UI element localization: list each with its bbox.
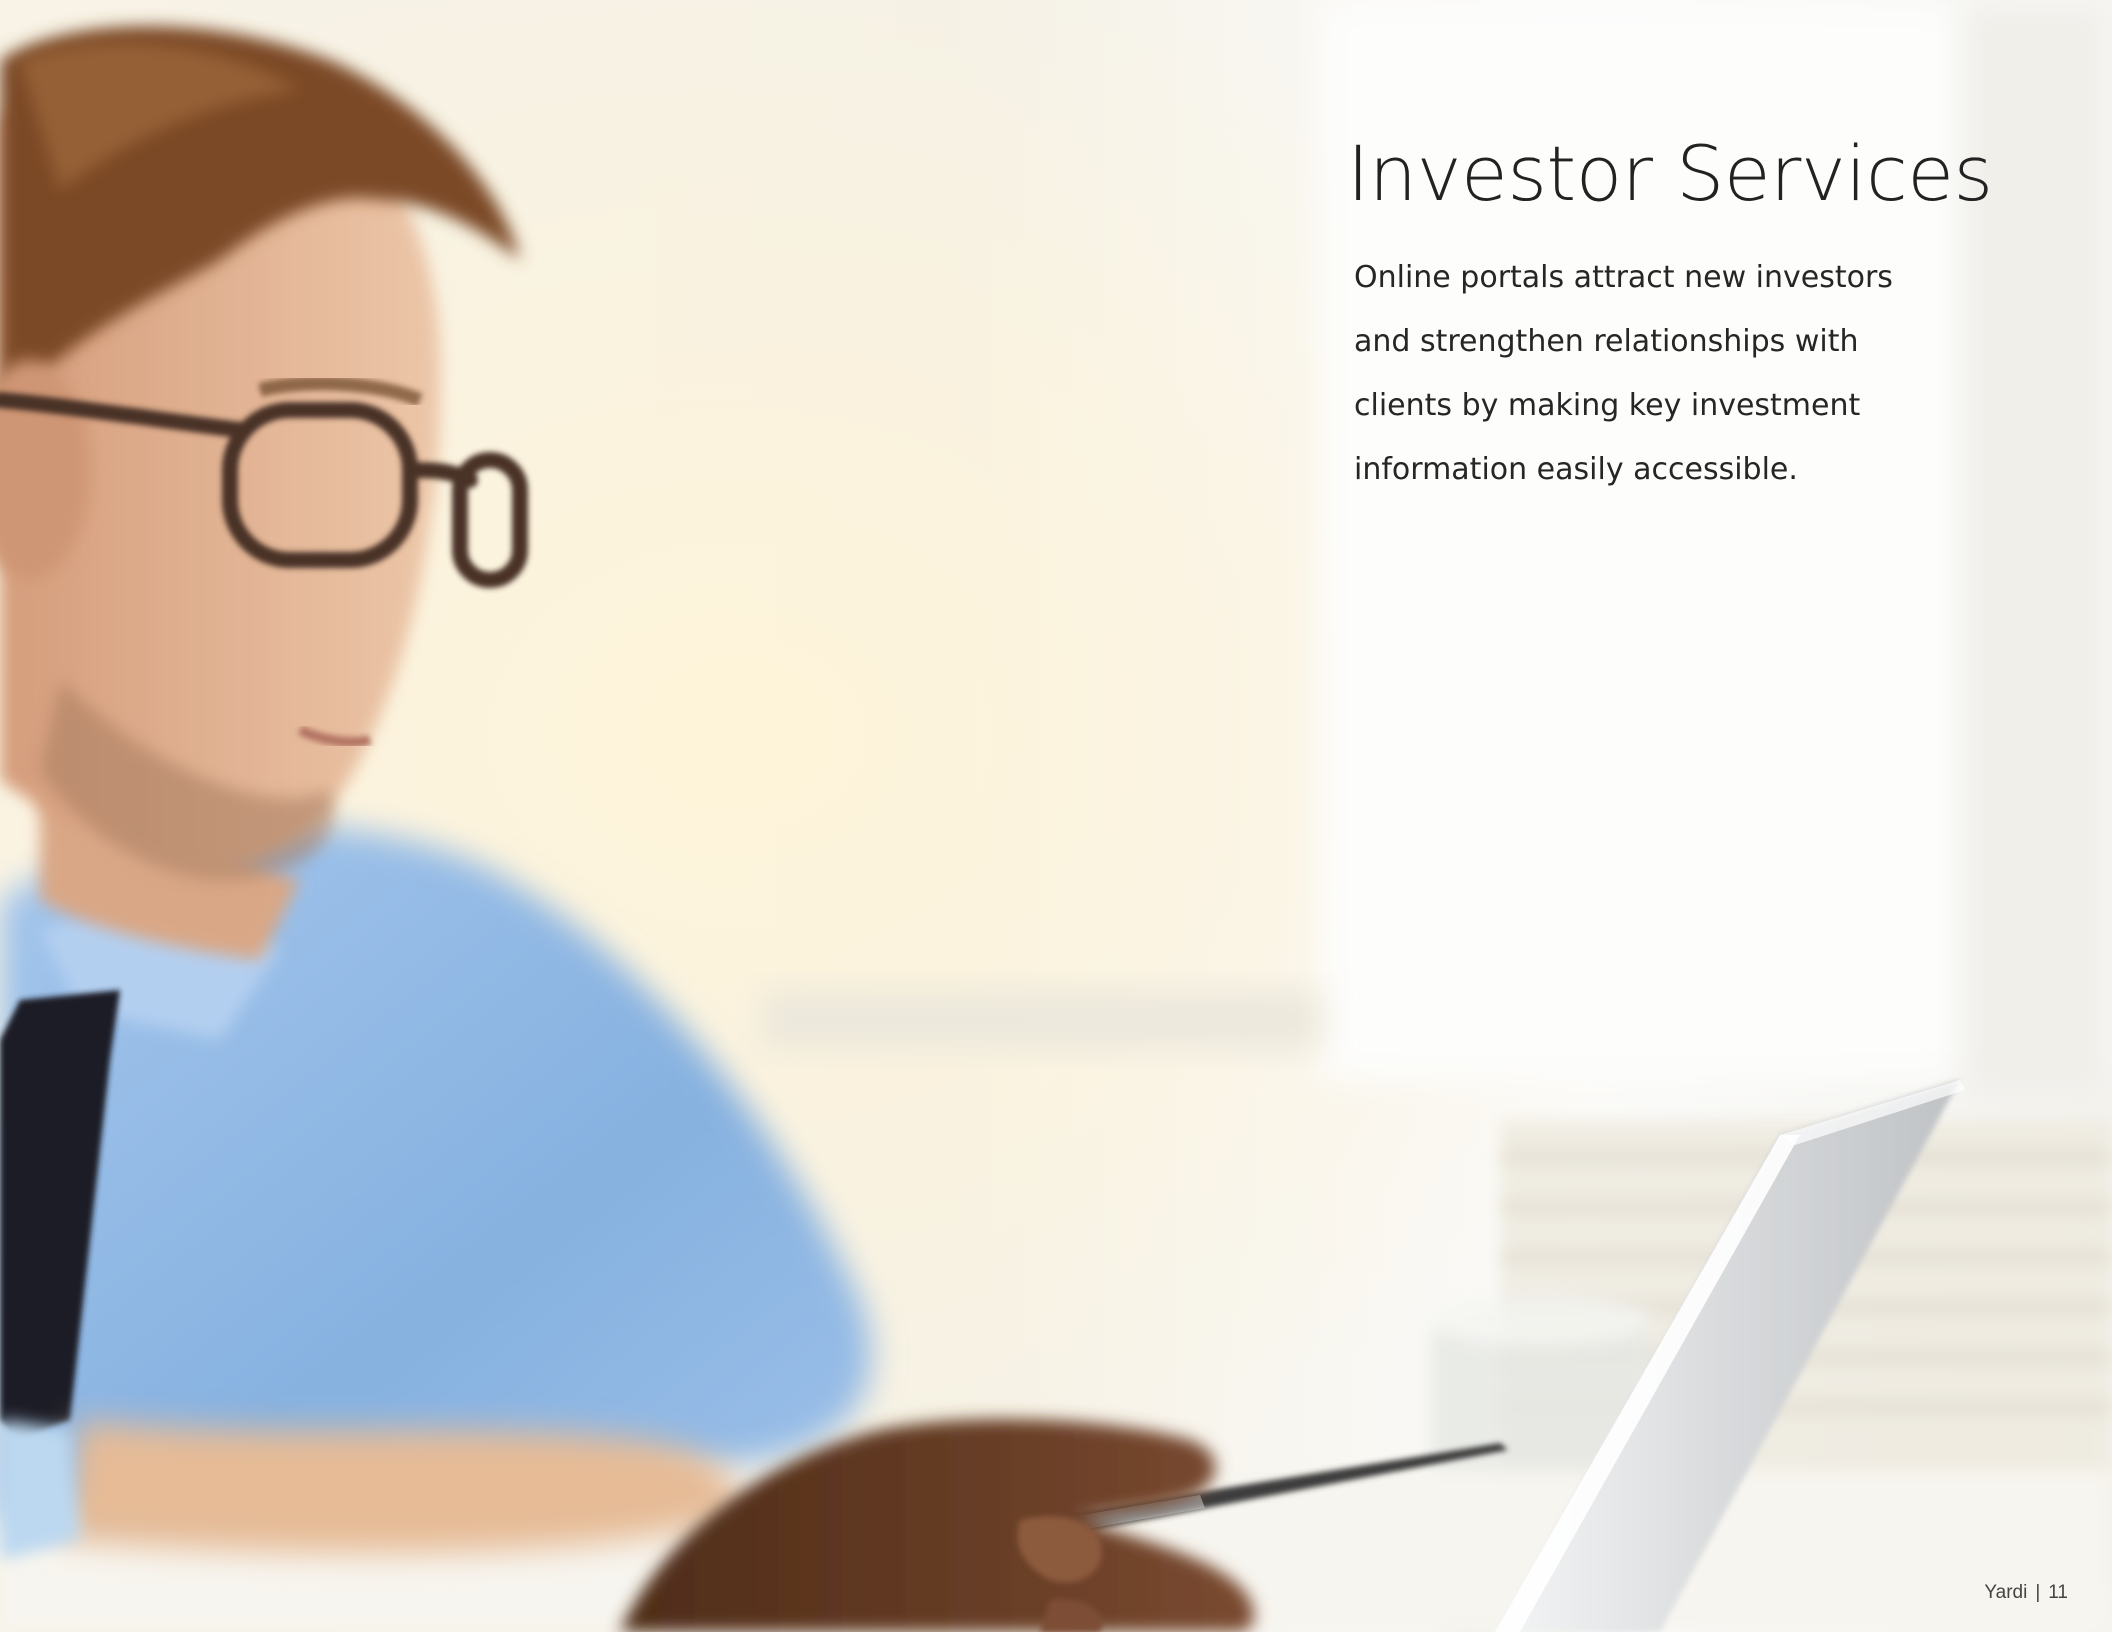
intro-line: Online portals attract new investors [1354,260,1893,295]
business-photo [0,0,2112,1632]
page-footer: Yardi | 11 [1984,1582,2068,1604]
brochure-page: Investor Services Online portals attract… [0,0,2112,1632]
intro-line: information easily accessible. [1354,452,1798,487]
intro-line: and strengthen relationships with [1354,324,1859,359]
page-title: Investor Services [1347,129,1993,218]
footer-separator: | [2035,1582,2041,1603]
intro-line: clients by making key investment [1354,388,1861,423]
intro-paragraph: Online portals attract new investors and… [1354,246,1994,502]
page-number: 11 [2048,1582,2068,1603]
footer-brand: Yardi [1984,1582,2028,1603]
